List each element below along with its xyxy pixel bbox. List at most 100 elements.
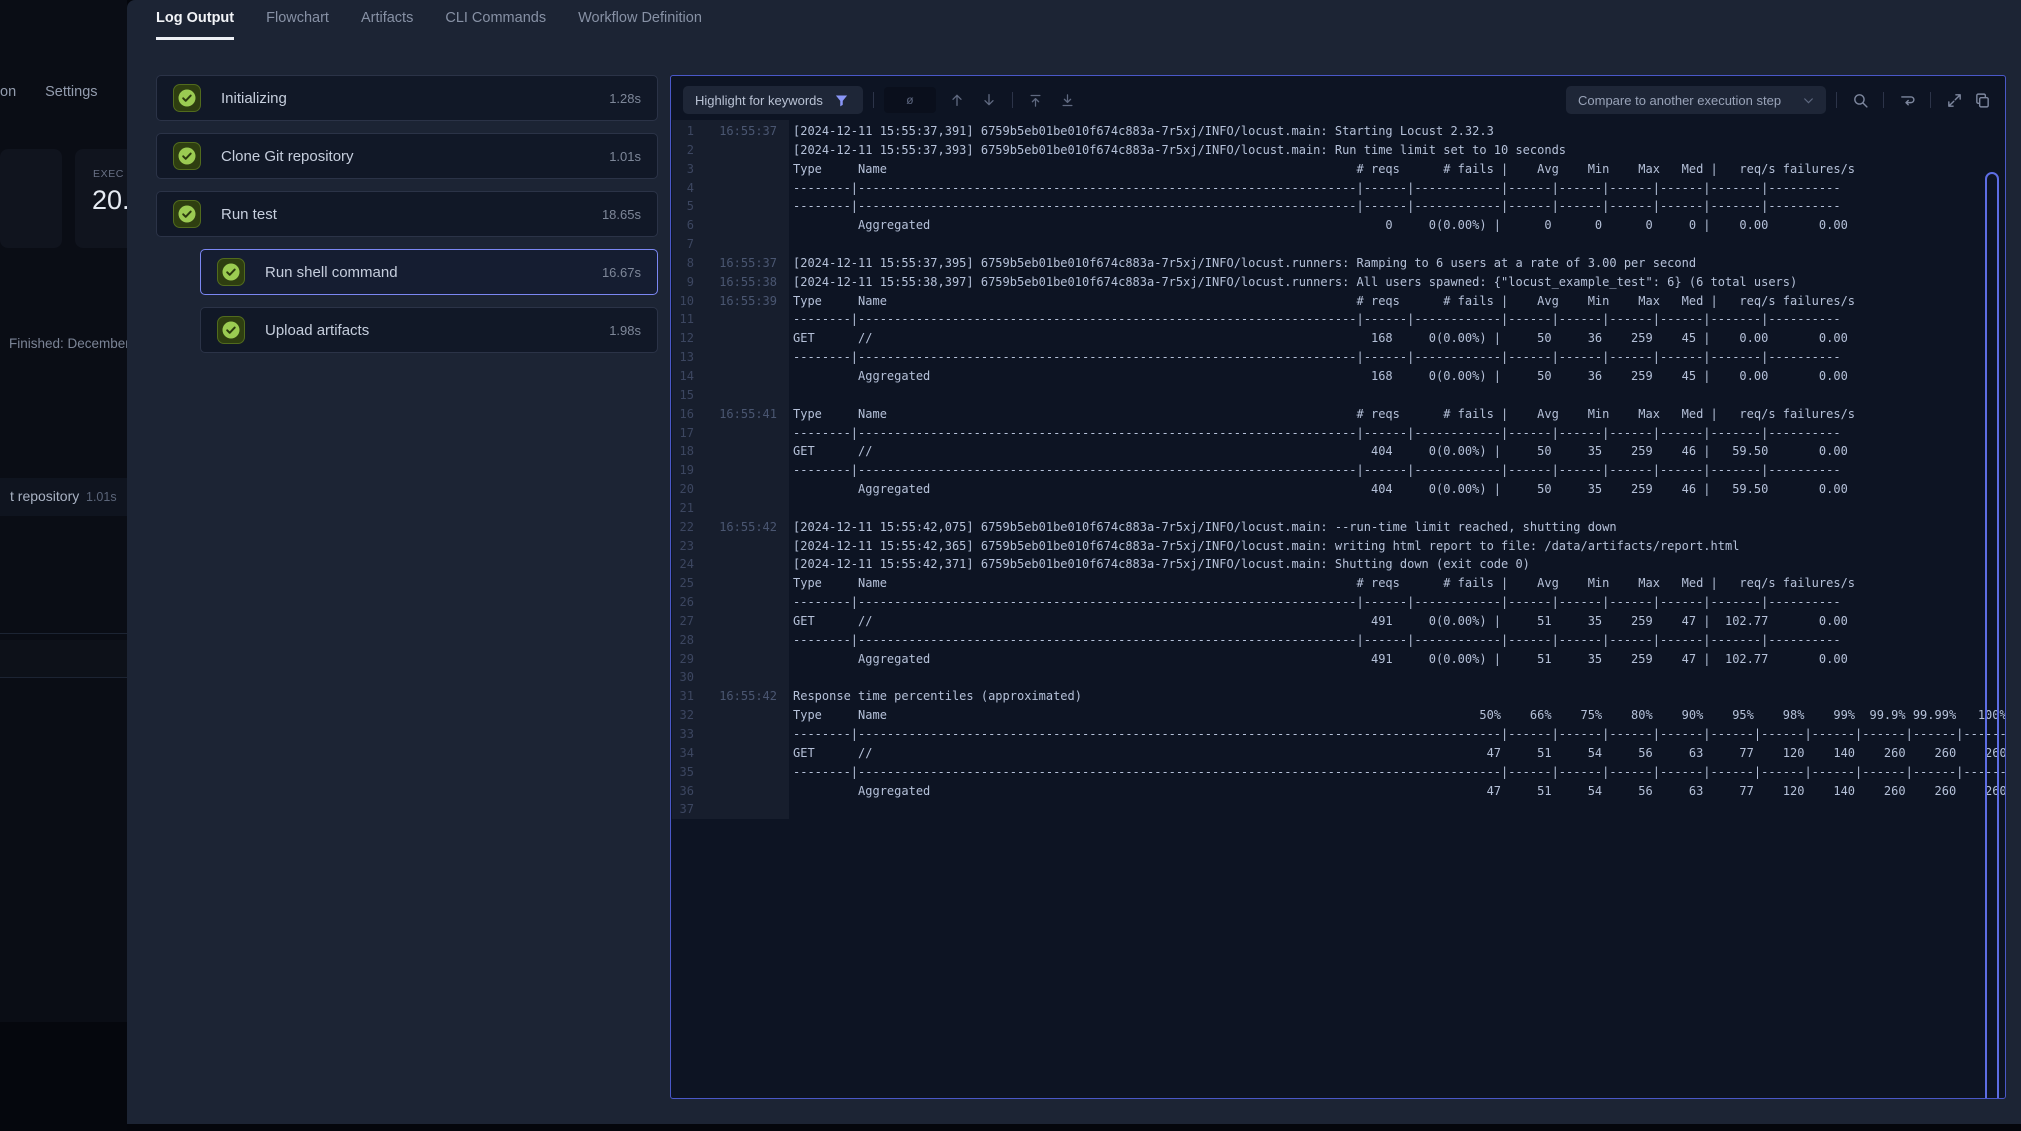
background-row xyxy=(0,640,127,677)
line-number: 23 xyxy=(672,537,694,556)
log-scrollbar xyxy=(1985,168,1999,1099)
line-text xyxy=(777,499,793,518)
next-match-button[interactable] xyxy=(976,87,1002,113)
success-check-icon xyxy=(217,258,245,286)
line-number: 37 xyxy=(672,800,694,819)
log-line: 18 GET // 404 0(0.00%) | 50 35 259 46 | … xyxy=(672,442,2006,461)
step-duration: 16.67s xyxy=(602,265,641,280)
line-number: 30 xyxy=(672,668,694,687)
log-line: 34 GET // 47 51 54 56 63 77 120 140 260 … xyxy=(672,744,2006,763)
step-item-upload-artifacts[interactable]: Upload artifacts 1.98s xyxy=(200,307,658,353)
line-text: --------|-------------------------------… xyxy=(777,424,1841,443)
scroll-bottom-icon[interactable] xyxy=(1055,87,1081,113)
line-timestamp: 16:55:41 xyxy=(694,405,777,424)
search-icon[interactable] xyxy=(1847,87,1873,113)
highlight-keywords-button[interactable]: Highlight for keywords xyxy=(683,86,863,114)
line-number: 24 xyxy=(672,555,694,574)
match-count-box: ø xyxy=(884,87,936,113)
line-number: 9 xyxy=(672,273,694,292)
scroll-top-icon[interactable] xyxy=(1023,87,1049,113)
step-item-clone-git-repository[interactable]: Clone Git repository 1.01s xyxy=(156,133,658,179)
log-line: 9 16:55:38 [2024-12-11 15:55:38,397] 675… xyxy=(672,273,2006,292)
toolbar-divider xyxy=(873,92,874,108)
log-line: 25 Type Name # reqs # fails | Avg Min Ma… xyxy=(672,574,2006,593)
log-line: 28 --------|----------------------------… xyxy=(672,631,2006,650)
log-line: 35 --------|----------------------------… xyxy=(672,763,2006,782)
log-line: 19 --------|----------------------------… xyxy=(672,461,2006,480)
background-step-row[interactable]: t repository 1.01s xyxy=(0,478,127,516)
line-number: 21 xyxy=(672,499,694,518)
log-line: 32 Type Name 50% 66% 75% 80% 90% 95% 98%… xyxy=(672,706,2006,725)
log-line: 30 xyxy=(672,668,2006,687)
tab-artifacts[interactable]: Artifacts xyxy=(361,10,413,40)
line-number: 33 xyxy=(672,725,694,744)
success-check-icon xyxy=(173,142,201,170)
background-nav-item-settings[interactable]: Settings xyxy=(45,84,97,100)
tab-flowchart[interactable]: Flowchart xyxy=(266,10,329,40)
log-output-panel: Highlight for keywords ø xyxy=(670,75,2006,1099)
line-number: 20 xyxy=(672,480,694,499)
line-timestamp xyxy=(694,367,777,386)
line-timestamp xyxy=(694,800,777,819)
tab-cli-commands[interactable]: CLI Commands xyxy=(445,10,546,40)
log-line: 23 [2024-12-11 15:55:42,365] 6759b5eb01b… xyxy=(672,537,2006,556)
line-number: 36 xyxy=(672,782,694,801)
log-line: 31 16:55:42 Response time percentiles (a… xyxy=(672,687,2006,706)
step-label: Run test xyxy=(221,206,602,223)
line-text xyxy=(777,800,793,819)
step-duration: 1.98s xyxy=(609,323,641,338)
step-item-run-test[interactable]: Run test 18.65s xyxy=(156,191,658,237)
filter-icon xyxy=(833,91,851,109)
line-timestamp xyxy=(694,197,777,216)
line-text: [2024-12-11 15:55:37,395] 6759b5eb01be01… xyxy=(777,254,1696,273)
log-line: 16 16:55:41 Type Name # reqs # fails | A… xyxy=(672,405,2006,424)
line-text: --------|-------------------------------… xyxy=(777,593,1841,612)
step-item-run-shell-command[interactable]: Run shell command 16.67s xyxy=(200,249,658,295)
line-timestamp xyxy=(694,499,777,518)
log-line: 4 --------|-----------------------------… xyxy=(672,179,2006,198)
line-text: --------|-------------------------------… xyxy=(777,725,2006,744)
line-number: 7 xyxy=(672,235,694,254)
execution-detail-panel: Log Output Flowchart Artifacts CLI Commands… xyxy=(127,0,2021,1124)
background-page: on Settings EXEC 20. Finished: December … xyxy=(0,0,127,1131)
log-line: 17 --------|----------------------------… xyxy=(672,424,2006,443)
tab-log-output[interactable]: Log Output xyxy=(156,10,234,40)
step-label: Run shell command xyxy=(265,264,602,281)
exec-card-label: EXEC xyxy=(93,168,124,180)
wrap-text-icon[interactable] xyxy=(1894,87,1920,113)
line-text: [2024-12-11 15:55:42,365] 6759b5eb01be01… xyxy=(777,537,1739,556)
line-text: --------|-------------------------------… xyxy=(777,197,1841,216)
log-line: 20 Aggregated 404 0(0.00%) | 50 35 259 4… xyxy=(672,480,2006,499)
log-line: 15 xyxy=(672,386,2006,405)
copy-icon[interactable] xyxy=(1969,87,1995,113)
step-label: Upload artifacts xyxy=(265,322,609,339)
line-timestamp xyxy=(694,442,777,461)
line-timestamp xyxy=(694,461,777,480)
background-step-label: t repository xyxy=(10,488,79,504)
expand-icon[interactable] xyxy=(1941,87,1967,113)
background-exec-card: EXEC 20. xyxy=(75,149,127,248)
tab-workflow-definition[interactable]: Workflow Definition xyxy=(578,10,702,40)
line-timestamp xyxy=(694,160,777,179)
toolbar-divider xyxy=(1012,92,1013,108)
previous-match-button[interactable] xyxy=(944,87,970,113)
log-toolbar: Highlight for keywords ø xyxy=(671,76,2005,118)
chevron-down-icon xyxy=(1800,92,1816,108)
compare-step-dropdown[interactable]: Compare to another execution step xyxy=(1566,86,1826,114)
log-toolbar-right: Compare to another execution step xyxy=(1566,86,1995,114)
exec-card-value: 20. xyxy=(92,185,127,216)
background-nav-item-partial[interactable]: on xyxy=(0,84,16,100)
log-line: 36 Aggregated 47 51 54 56 63 77 120 140 … xyxy=(672,782,2006,801)
log-line: 5 --------|-----------------------------… xyxy=(672,197,2006,216)
scrollbar-thumb[interactable] xyxy=(1985,172,1999,1099)
line-timestamp: 16:55:39 xyxy=(694,292,777,311)
line-number: 13 xyxy=(672,348,694,367)
line-timestamp xyxy=(694,650,777,669)
line-text: [2024-12-11 15:55:42,075] 6759b5eb01be01… xyxy=(777,518,1617,537)
line-text: [2024-12-11 15:55:37,393] 6759b5eb01be01… xyxy=(777,141,1566,160)
line-number: 17 xyxy=(672,424,694,443)
line-timestamp: 16:55:42 xyxy=(694,518,777,537)
step-item-initializing[interactable]: Initializing 1.28s xyxy=(156,75,658,121)
log-body: 1 16:55:37 [2024-12-11 15:55:37,391] 675… xyxy=(672,120,2004,1097)
log-line: 27 GET // 491 0(0.00%) | 51 35 259 47 | … xyxy=(672,612,2006,631)
